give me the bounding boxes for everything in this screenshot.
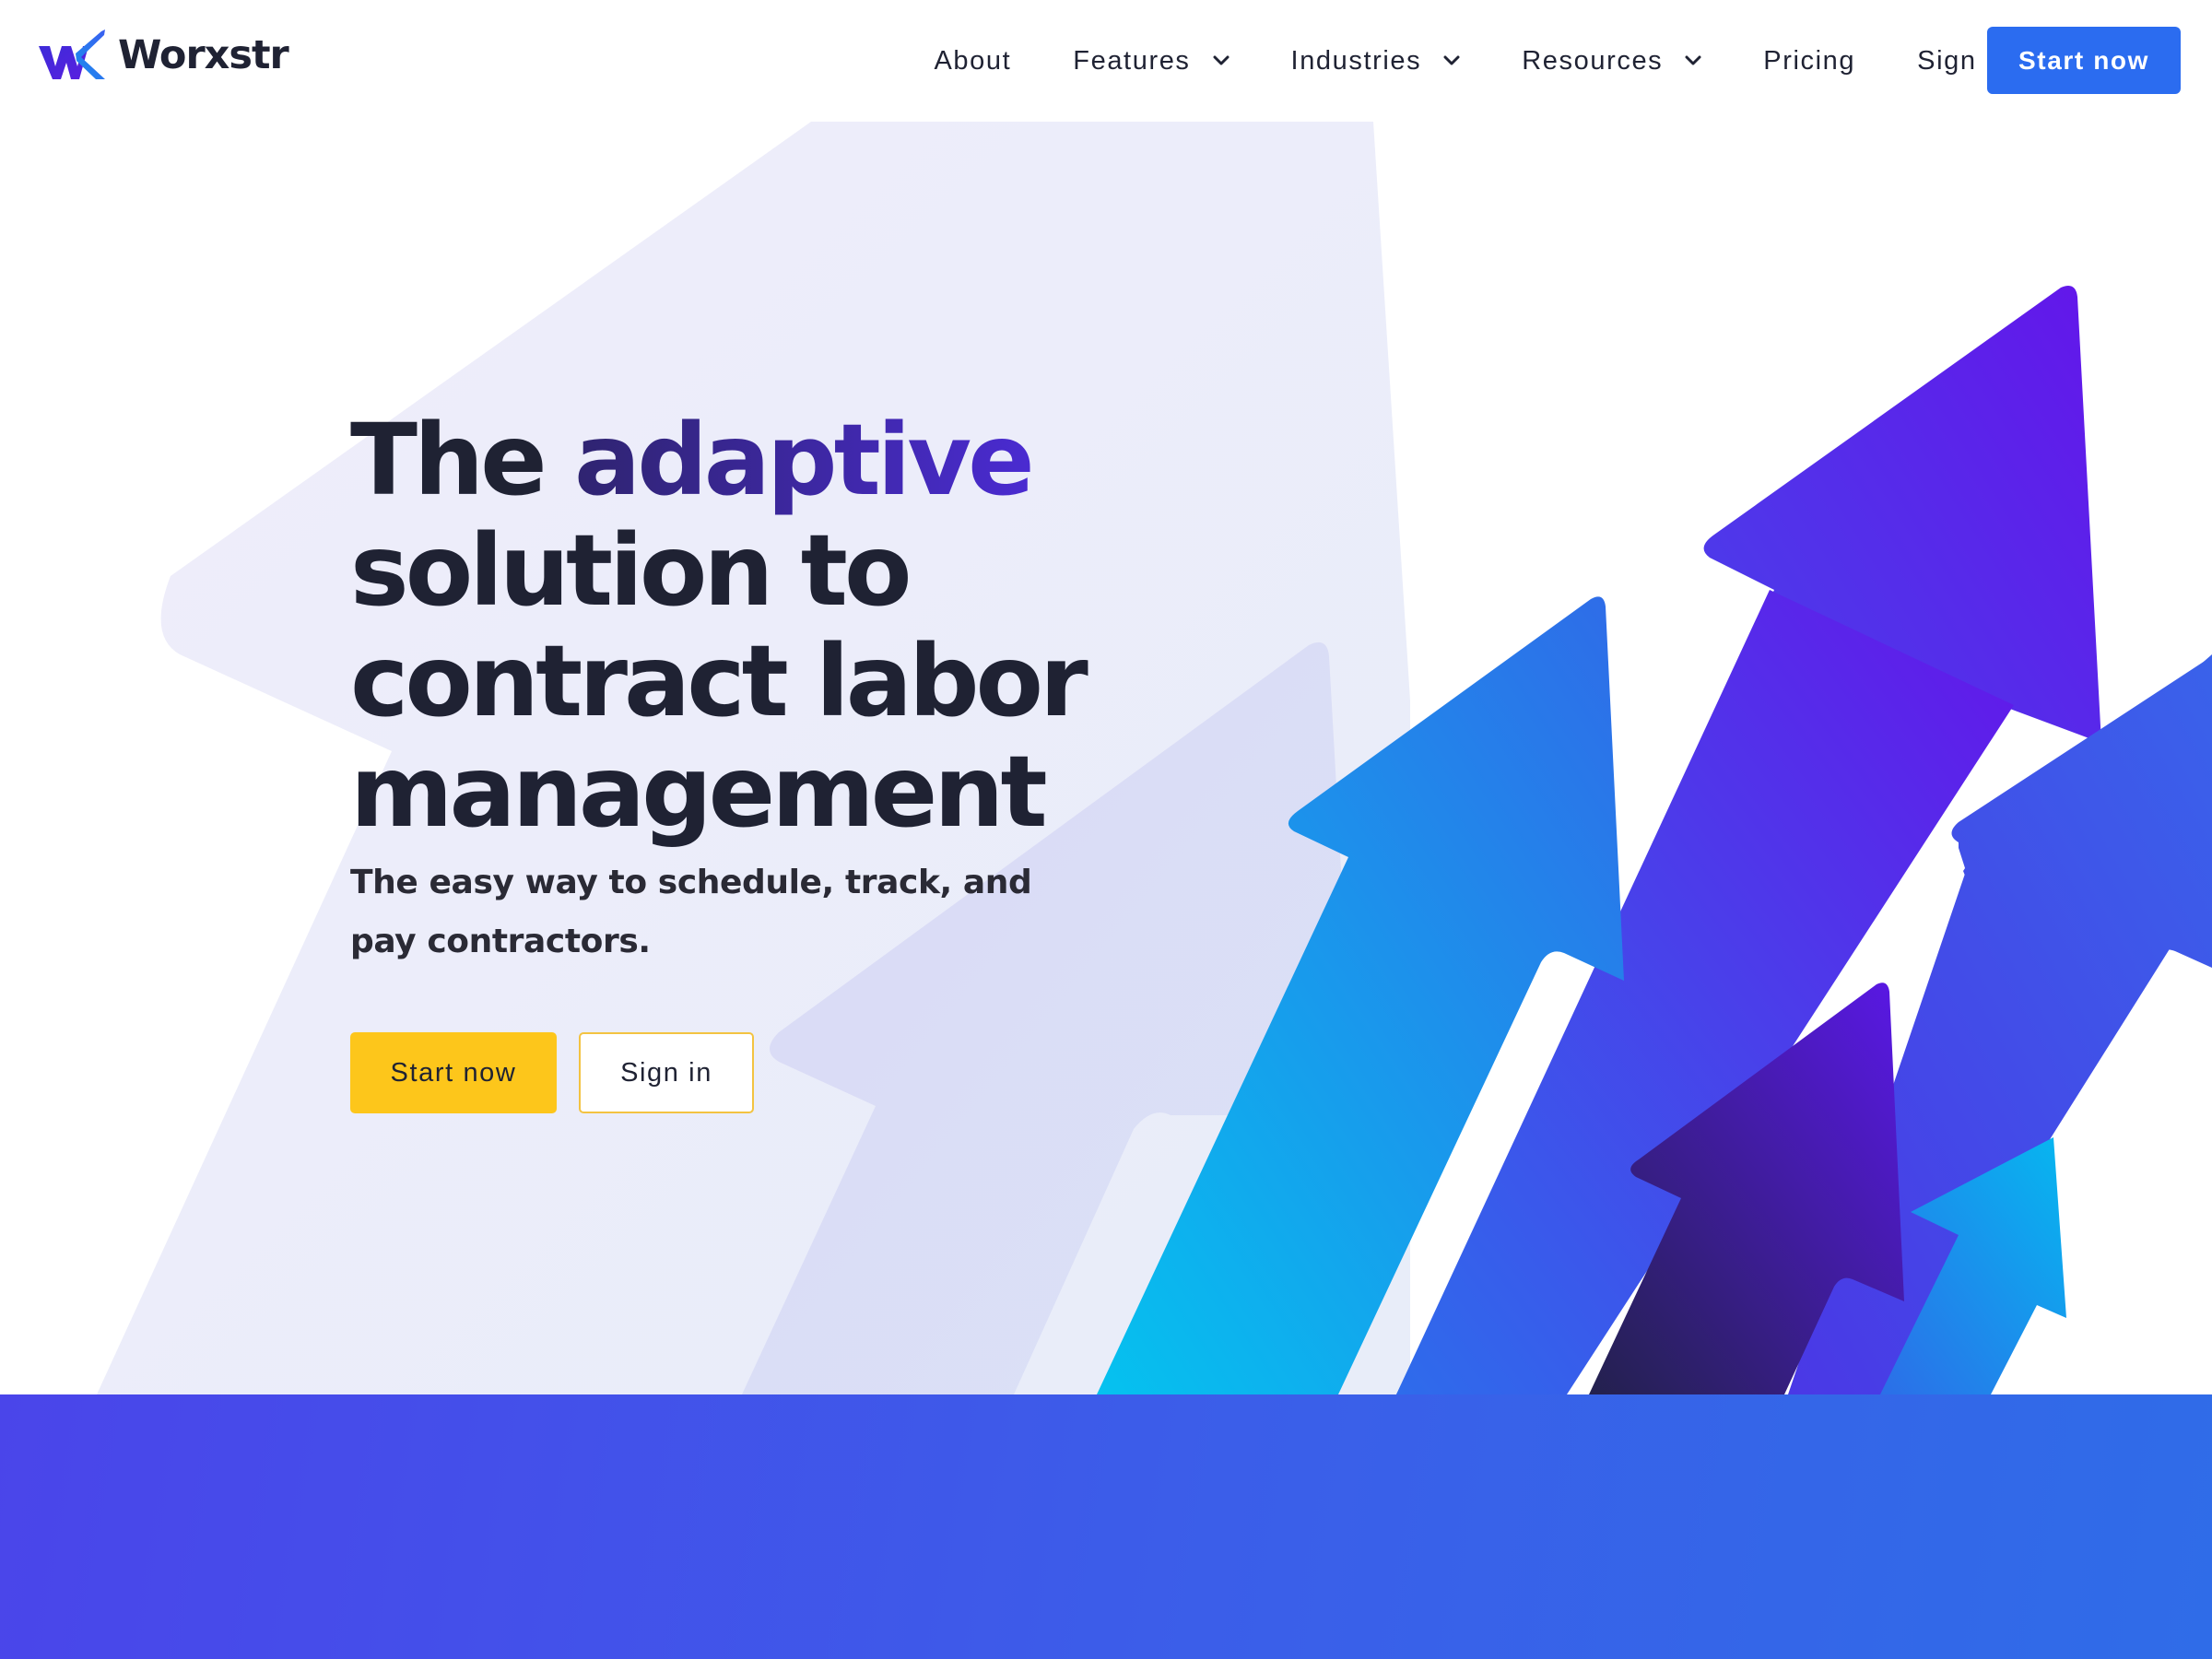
hero-section: The adaptive solution to contract labor … xyxy=(350,406,1180,1113)
top-navigation: Worxstr About Features Industries Resour… xyxy=(0,0,2212,122)
nav-item-industries[interactable]: Industries xyxy=(1291,46,1461,76)
nav-item-label: Industries xyxy=(1290,45,1422,76)
nav-item-about[interactable]: About xyxy=(934,46,1011,76)
hero-title: The adaptive solution to contract labor … xyxy=(350,406,1180,848)
hero-actions: Start now Sign in xyxy=(350,1032,754,1113)
nav-item-label: Pricing xyxy=(1763,45,1856,76)
wx-logo-icon xyxy=(39,29,105,79)
nav-item-label: About xyxy=(934,45,1012,76)
hero-start-now-button[interactable]: Start now xyxy=(350,1032,557,1113)
brand-name: Worxstr xyxy=(118,32,289,78)
nav-item-pricing[interactable]: Pricing xyxy=(1763,46,1855,76)
main-nav: About Features Industries Resources Pric… xyxy=(934,33,2009,88)
brand-logo[interactable]: Worxstr xyxy=(37,26,289,85)
chevron-down-icon xyxy=(1213,55,1230,65)
hero-subtitle: The easy way to schedule, track, and pay… xyxy=(350,864,1032,960)
nav-item-label: Resources xyxy=(1522,45,1664,76)
chevron-down-icon xyxy=(1443,55,1460,65)
hero-sign-in-button[interactable]: Sign in xyxy=(579,1032,754,1113)
page: Worxstr About Features Industries Resour… xyxy=(0,0,2212,1659)
hero-title-end: solution to contract labor management xyxy=(350,514,1088,850)
hero-title-accent: adaptive xyxy=(574,404,1035,518)
nav-item-label: Features xyxy=(1073,45,1191,76)
hero-title-start: The xyxy=(350,404,547,518)
bottom-gradient-band xyxy=(0,1394,2212,1659)
nav-item-features[interactable]: Features xyxy=(1073,45,1230,76)
nav-item-resources[interactable]: Resources xyxy=(1522,46,1701,76)
chevron-down-icon xyxy=(1685,55,1701,65)
start-now-button[interactable]: Start now xyxy=(1987,27,2181,94)
